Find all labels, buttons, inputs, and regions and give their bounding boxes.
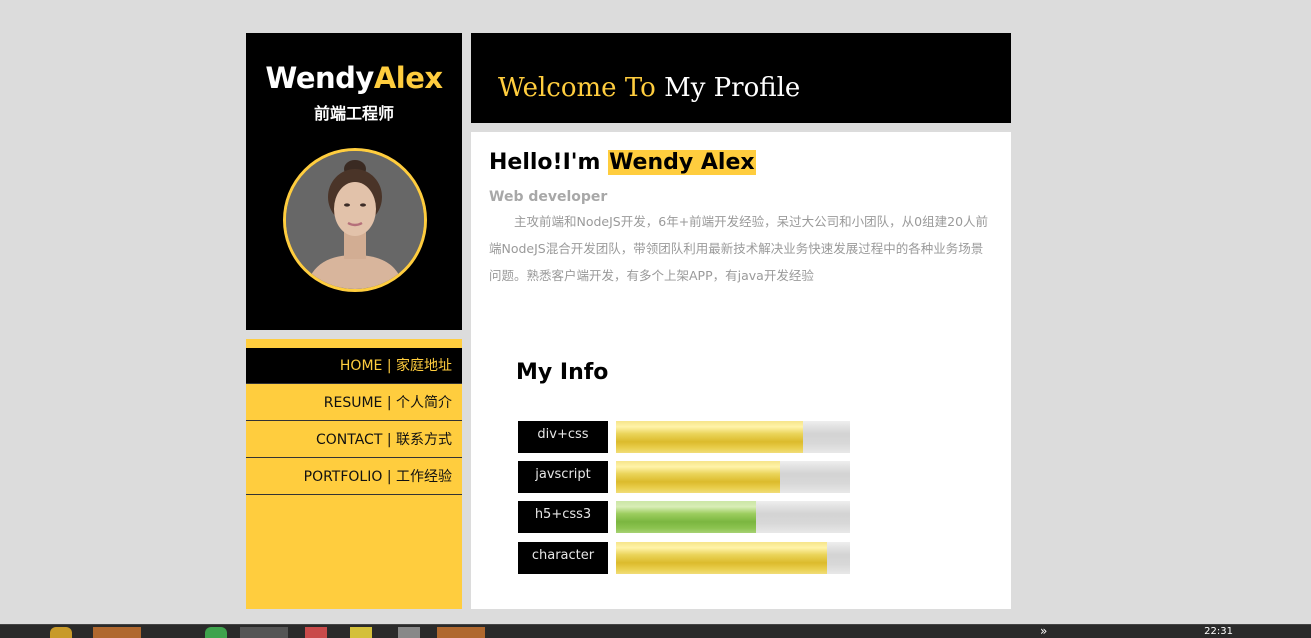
portrait-photo <box>286 151 424 289</box>
os-taskbar: » 22:31 <box>0 624 1311 638</box>
brand-role: 前端工程师 <box>313 104 394 123</box>
myinfo-title: My Info <box>516 360 609 385</box>
chrome-icon[interactable] <box>205 627 227 638</box>
page-header: Welcome To My Profile <box>471 33 1011 123</box>
sidebar-nav: HOME | 家庭地址 RESUME | 个人简介 CONTACT | 联系方式… <box>246 339 462 609</box>
intro-greeting: Hello!I'm <box>489 150 609 175</box>
skill-bar-track <box>616 421 850 453</box>
app-icon[interactable] <box>437 627 485 638</box>
intro-heading: Hello!I'm Wendy Alex <box>489 150 756 175</box>
skill-bar-track <box>616 542 850 574</box>
main-content: Hello!I'm Wendy Alex Web developer 主攻前端和… <box>471 132 1011 609</box>
brand-name: WendyAlex <box>246 61 462 95</box>
app-icon[interactable] <box>398 627 420 638</box>
page-title-rest: My Profile <box>655 73 801 103</box>
nav-item-portfolio[interactable]: PORTFOLIO | 工作经验 <box>246 459 462 495</box>
intro-subtitle: Web developer <box>489 189 608 205</box>
app-icon[interactable] <box>350 627 372 638</box>
brand-last-name: Alex <box>373 61 443 95</box>
nav-item-contact[interactable]: CONTACT | 联系方式 <box>246 422 462 458</box>
brand-first-name: Wendy <box>265 61 374 95</box>
app-icon[interactable] <box>93 627 141 638</box>
folder-icon[interactable] <box>50 627 72 638</box>
nav-item-resume[interactable]: RESUME | 个人简介 <box>246 385 462 421</box>
skill-label: character <box>518 542 608 574</box>
overflow-chevron-icon[interactable]: » <box>1040 625 1047 638</box>
app-icon[interactable] <box>305 627 327 638</box>
skill-bar-fill <box>616 542 827 574</box>
skill-label: javscript <box>518 461 608 493</box>
taskbar-clock: 22:31 <box>1204 626 1233 637</box>
skill-bar-fill <box>616 421 804 453</box>
page-title: Welcome To My Profile <box>498 73 800 103</box>
nav-item-home[interactable]: HOME | 家庭地址 <box>246 348 462 384</box>
browser-icon[interactable] <box>240 627 288 638</box>
skill-bar-track <box>616 461 850 493</box>
page-title-accent: Welcome To <box>498 73 656 103</box>
skill-label: div+css <box>518 421 608 453</box>
intro-name: Wendy Alex <box>608 150 756 175</box>
intro-bio: 主攻前端和NodeJS开发，6年+前端开发经验，呆过大公司和小团队，从0组建20… <box>489 214 989 283</box>
skill-bar-track <box>616 501 850 533</box>
skill-bar-fill <box>616 461 780 493</box>
profile-card: WendyAlex 前端工程师 <box>246 33 462 330</box>
avatar <box>283 148 427 292</box>
skill-bar-fill <box>616 501 757 533</box>
skill-label: h5+css3 <box>518 501 608 533</box>
